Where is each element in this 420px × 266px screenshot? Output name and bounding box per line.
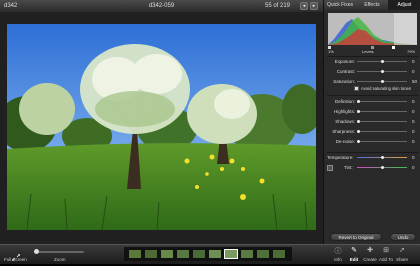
detail-slider-knob[interactable] <box>357 110 360 113</box>
adjust-slider-knob[interactable] <box>380 80 384 83</box>
tab-effects[interactable]: Effects <box>356 0 388 10</box>
create-icon: ✚ <box>367 247 373 254</box>
fullscreen-icon[interactable] <box>11 248 21 262</box>
undo-button[interactable]: Undo <box>390 233 416 241</box>
info-icon: ⓘ <box>334 248 342 255</box>
temperature-slider-knob[interactable] <box>380 156 384 159</box>
filmstrip-thumbnail[interactable] <box>128 249 142 259</box>
filmstrip-thumbnail[interactable] <box>208 249 222 259</box>
zoom-slider-knob[interactable] <box>34 249 39 254</box>
share-icon: ➚ <box>399 247 405 254</box>
skin-tones-label: Avoid saturating skin tones <box>361 86 411 91</box>
edit-icon: ✎ <box>351 247 357 254</box>
adjust-panel: Quick Fixes Effects Adjust 1% Levels 79%… <box>323 0 420 244</box>
temperature-slider[interactable] <box>357 156 407 159</box>
filmstrip-thumbnail[interactable] <box>144 249 158 259</box>
detail-value: 0 <box>412 119 415 124</box>
detail-slider-knob[interactable] <box>357 130 360 133</box>
toolbar-action-label: Edit <box>349 257 359 262</box>
detail-slider-knob[interactable] <box>357 120 360 123</box>
toolbar-add-to-button[interactable]: ⊞ Add To <box>378 245 394 264</box>
filmstrip-thumbnail[interactable] <box>224 249 238 259</box>
tint-slider-knob[interactable] <box>380 166 384 169</box>
zoom-label: Zoom <box>54 257 66 262</box>
photo-counter: 55 of 219 <box>265 3 291 9</box>
divider <box>327 152 418 153</box>
levels-white-point[interactable] <box>392 46 395 49</box>
adjust-label: Exposure: <box>334 59 355 64</box>
adjust-label: Contrast: <box>336 69 355 74</box>
tint-value: 0 <box>412 165 415 170</box>
fullscreen-label: Full Screen <box>4 257 27 262</box>
photo-canvas <box>0 12 323 244</box>
tint-label: Tint: <box>344 165 353 170</box>
filmstrip-thumbnail[interactable] <box>256 249 270 259</box>
main-photo[interactable] <box>7 24 316 230</box>
next-photo-button[interactable]: ▸ <box>310 2 318 10</box>
tab-quick-fixes[interactable]: Quick Fixes <box>324 0 356 10</box>
add-to-icon: ⊞ <box>383 247 389 254</box>
adjust-slider-knob[interactable] <box>380 70 384 73</box>
levels-min-label: 1% <box>328 49 334 54</box>
detail-label: Highlights: <box>333 109 355 114</box>
adjust-value: 50 <box>412 79 418 84</box>
filmstrip-thumbnail[interactable] <box>176 249 190 259</box>
detail-value: 0 <box>412 99 415 104</box>
toolbar-edit-button[interactable]: ✎ Edit <box>346 245 362 264</box>
levels-label: Levels <box>362 49 374 54</box>
temperature-label: Temperature: <box>327 155 354 160</box>
adjust-slider[interactable] <box>357 60 407 63</box>
detail-value: 0 <box>412 139 415 144</box>
panel-tabs: Quick Fixes Effects Adjust <box>324 0 420 10</box>
adjust-label: Saturation: <box>333 79 355 84</box>
detail-slider[interactable] <box>357 140 407 143</box>
detail-slider-knob[interactable] <box>357 100 360 103</box>
detail-slider[interactable] <box>357 130 407 133</box>
divider <box>327 95 418 96</box>
divider <box>327 56 418 57</box>
adjust-slider[interactable] <box>357 70 407 73</box>
detail-label: Shadows: <box>335 119 355 124</box>
toolbar-info-button[interactable]: ⓘ Info <box>330 245 346 264</box>
filmstrip-thumbnail[interactable] <box>192 249 206 259</box>
tab-adjust[interactable]: Adjust <box>388 0 420 10</box>
detail-label: Definition: <box>334 99 355 104</box>
zoom-slider[interactable] <box>34 249 84 254</box>
toolbar-create-button[interactable]: ✚ Create <box>362 245 378 264</box>
revert-to-original-button[interactable]: Revert to Original <box>330 233 382 241</box>
adjust-value: 0 <box>412 69 415 74</box>
detail-slider-knob[interactable] <box>357 140 360 143</box>
filmstrip-thumbnail[interactable] <box>160 249 174 259</box>
adjust-slider-knob[interactable] <box>380 60 384 63</box>
detail-value: 0 <box>412 129 415 134</box>
toolbar-action-label: Info <box>334 257 342 262</box>
detail-slider[interactable] <box>357 120 407 123</box>
toolbar-action-label: Create <box>363 257 377 262</box>
action-buttons: ⓘ Info ✎ Edit ✚ Create ⊞ Add To ➚ Share <box>330 245 420 264</box>
toolbar-action-label: Add To <box>379 257 393 262</box>
temperature-value: 0 <box>412 155 415 160</box>
detail-slider[interactable] <box>357 110 407 113</box>
previous-photo-button[interactable]: ◂ <box>300 2 308 10</box>
levels-max-label: 79% <box>407 49 416 54</box>
toolbar-share-button[interactable]: ➚ Share <box>394 245 410 264</box>
detail-label: De-noise: <box>335 139 355 144</box>
levels-histogram <box>328 13 417 45</box>
filmstrip-thumbnail[interactable] <box>240 249 254 259</box>
tint-slider[interactable] <box>357 166 407 169</box>
skin-tones-checkbox[interactable] <box>354 86 359 91</box>
detail-label: Sharpness: <box>332 129 355 134</box>
filmstrip-thumbnail[interactable] <box>272 249 286 259</box>
toolbar-action-label: Share <box>395 257 408 262</box>
detail-value: 0 <box>412 109 415 114</box>
eyedropper-icon[interactable] <box>327 165 333 171</box>
adjust-value: 0 <box>412 59 415 64</box>
detail-slider[interactable] <box>357 100 407 103</box>
adjust-slider[interactable] <box>357 80 407 83</box>
